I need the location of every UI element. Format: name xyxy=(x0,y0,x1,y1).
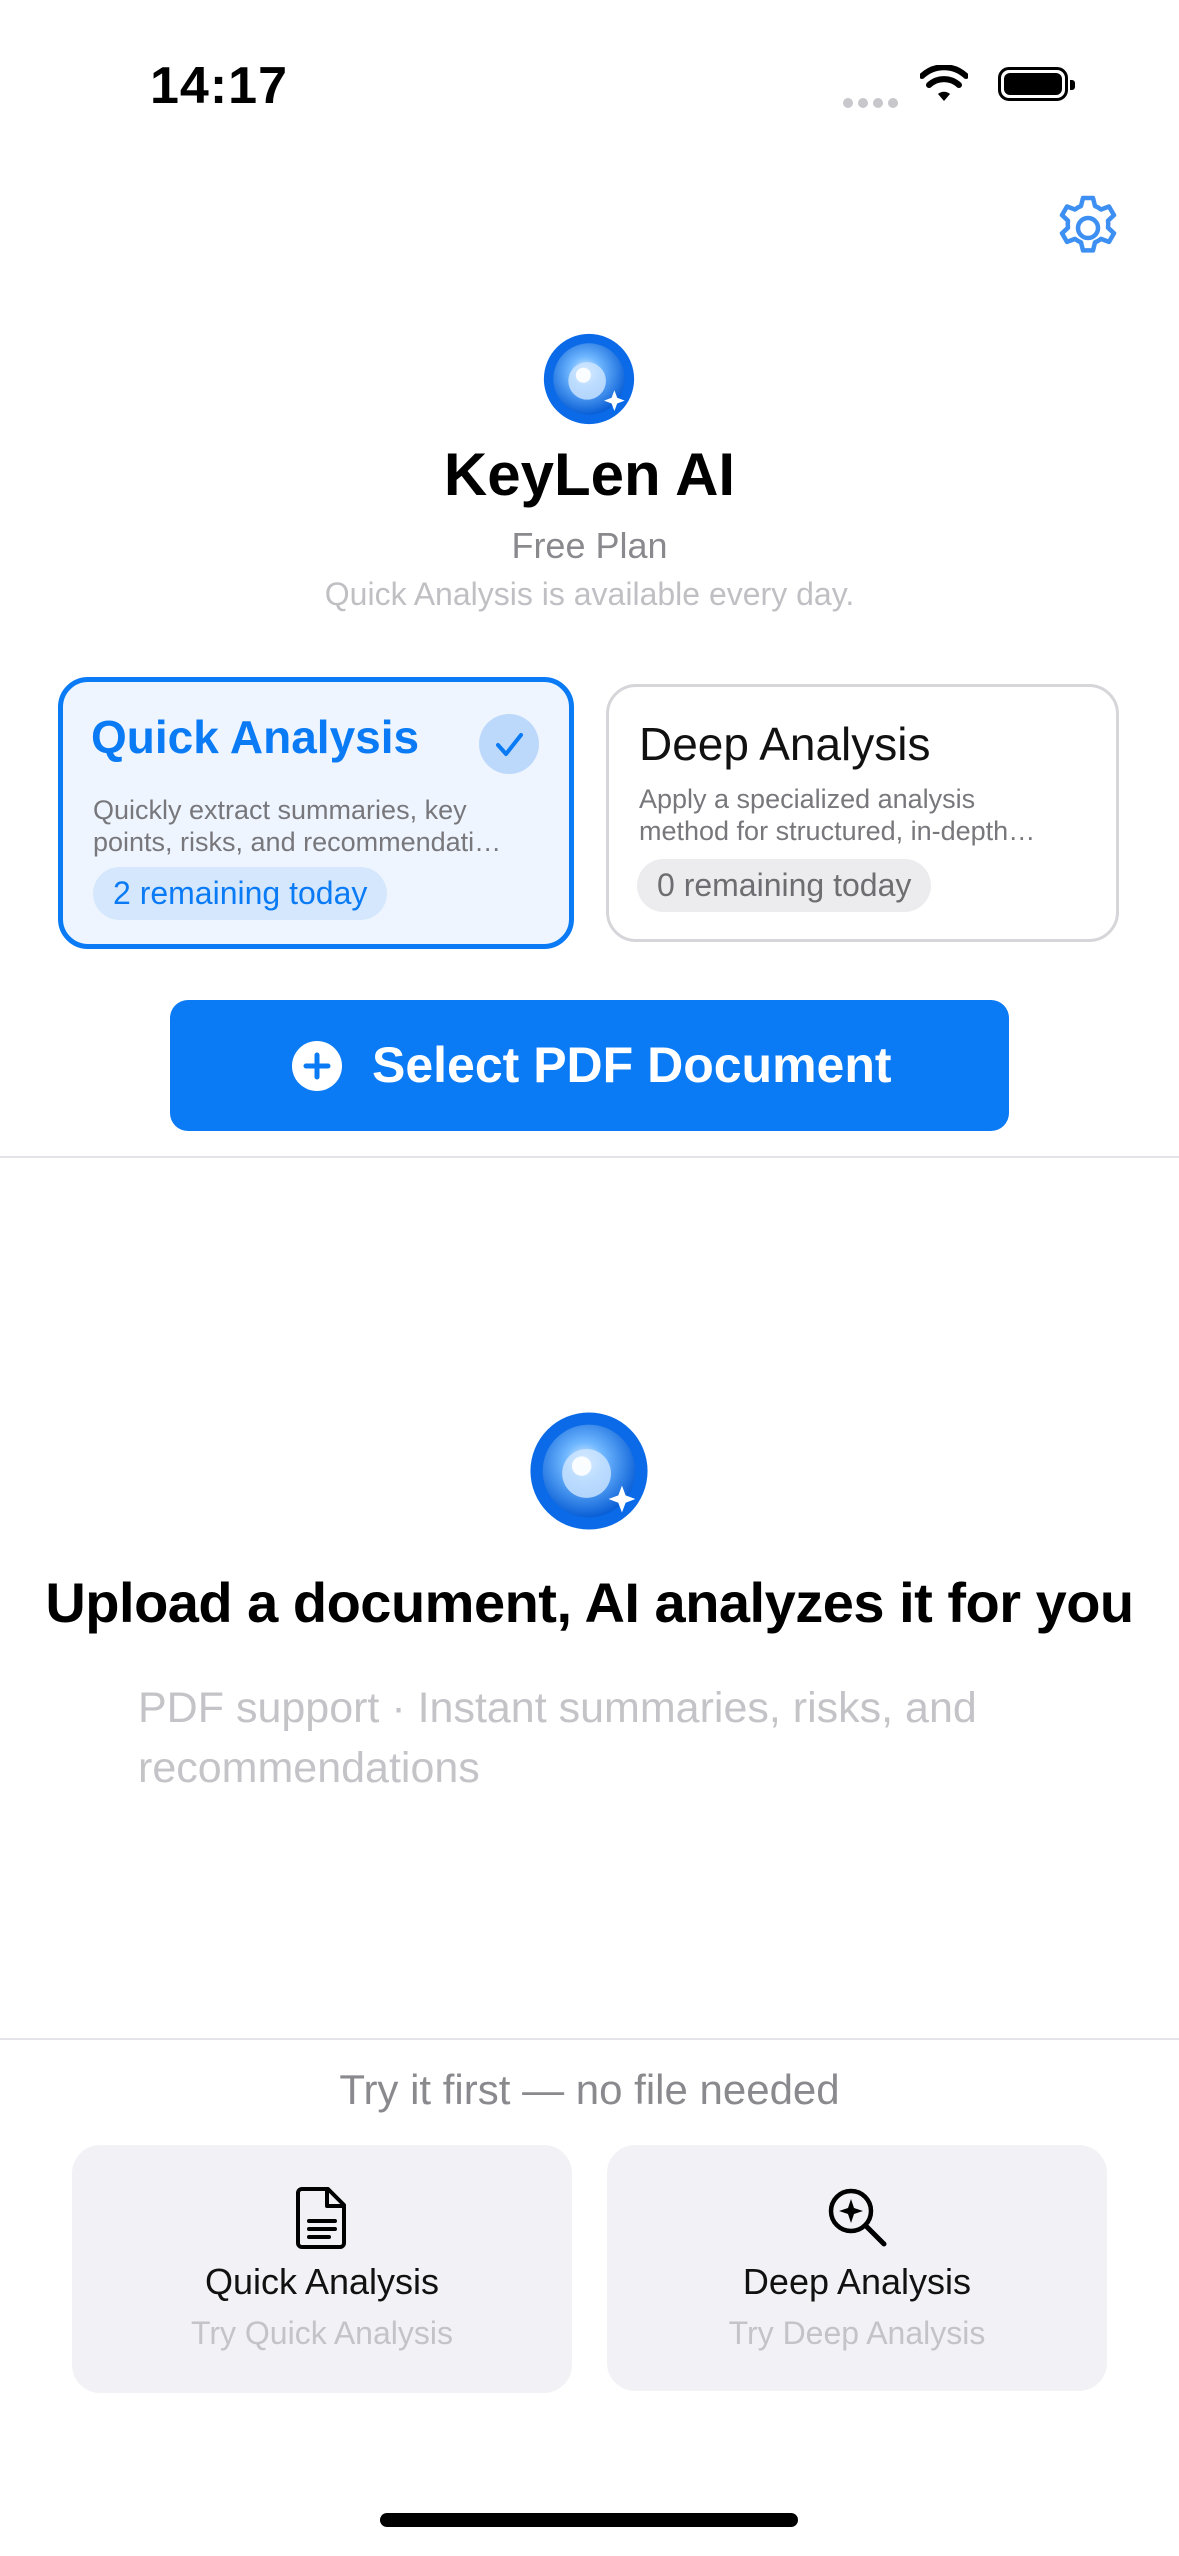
try-section-heading: Try it first — no file needed xyxy=(339,2066,840,2113)
mode-card-description: Quickly extract summaries, key points, r… xyxy=(93,795,502,857)
tile-title: Deep Analysis xyxy=(742,2261,972,2302)
settings-gear-icon[interactable] xyxy=(1052,192,1124,264)
status-time: 14:17 xyxy=(150,57,288,115)
mode-card-title: Deep Analysis xyxy=(639,718,931,770)
empty-state-logo-icon xyxy=(530,1412,648,1530)
document-icon xyxy=(296,2187,346,2249)
tile-title: Quick Analysis xyxy=(204,2261,440,2302)
wifi-icon xyxy=(920,65,968,101)
mode-card-title: Quick Analysis xyxy=(91,711,420,763)
divider xyxy=(0,1156,1179,1158)
battery-icon xyxy=(998,67,1075,101)
plan-label: Free Plan xyxy=(511,525,668,566)
plus-circle-icon xyxy=(292,1041,342,1091)
magnifier-sparkle-icon xyxy=(828,2188,887,2247)
empty-state-headline: Upload a document, AI analyzes it for yo… xyxy=(45,1571,1134,1634)
select-pdf-button[interactable]: Select PDF Document xyxy=(170,1000,1009,1131)
remaining-badge: 2 remaining today xyxy=(93,867,388,920)
remaining-badge: 0 remaining today xyxy=(637,859,932,912)
app-title: KeyLen AI xyxy=(443,441,736,508)
mode-card-quick-analysis[interactable]: Quick Analysis Quickly extract summaries… xyxy=(58,677,574,949)
try-deep-analysis-tile[interactable]: Deep Analysis Try Deep Analysis xyxy=(607,2145,1107,2391)
mode-card-deep-analysis[interactable]: Deep Analysis Apply a specialized analys… xyxy=(606,684,1119,942)
plan-note: Quick Analysis is available every day. xyxy=(324,576,855,612)
empty-state-subtitle: PDF support · Instant summaries, risks, … xyxy=(138,1684,977,1792)
tile-subtitle: Try Deep Analysis xyxy=(728,2315,986,2351)
cellular-signal-icon xyxy=(843,95,903,113)
select-pdf-label: Select PDF Document xyxy=(372,1037,892,1093)
app-logo-icon xyxy=(543,333,635,425)
divider xyxy=(0,2038,1179,2040)
mode-card-description: Apply a specialized analysis method for … xyxy=(639,784,1036,846)
selected-check-icon xyxy=(479,714,539,774)
home-indicator[interactable] xyxy=(380,2513,798,2527)
tile-subtitle: Try Quick Analysis xyxy=(191,2315,453,2351)
try-quick-analysis-tile[interactable]: Quick Analysis Try Quick Analysis xyxy=(72,2145,572,2393)
